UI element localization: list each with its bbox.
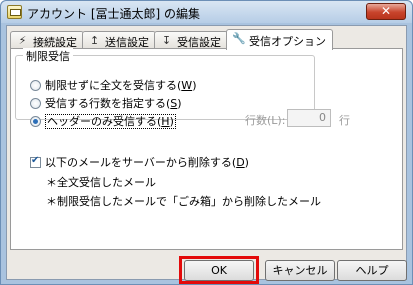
mail-account-icon (7, 5, 22, 19)
window-title: アカウント [冨士通太郎] の編集 (27, 7, 200, 21)
cancel-button[interactable]: キャンセル (265, 260, 335, 281)
radio-button[interactable] (30, 80, 41, 91)
checkbox[interactable] (30, 155, 41, 168)
delete-from-server-checkbox[interactable]: 以下のメールをサーバーから削除する(D) (30, 154, 249, 170)
group-title: 制限受信 (23, 48, 73, 64)
dialog-window: アカウント [冨士通太郎] の編集 ✕ ⚡ 接続設定 ↥ 送信設定 ↧ 受信設定… (0, 0, 413, 285)
tab-connection-settings[interactable]: ⚡ 接続設定 (10, 31, 84, 49)
row-count-label: 行数(L): (245, 114, 286, 127)
radio-button-selected[interactable] (30, 116, 41, 127)
radio-button[interactable] (30, 98, 41, 109)
row-count-unit: 行 (339, 114, 350, 127)
radio-receive-all[interactable]: 制限せずに全文を受信する(W) (30, 77, 196, 93)
close-button[interactable]: ✕ (366, 3, 406, 20)
tab-label: 受信オプション (249, 35, 326, 48)
tab-receive-options[interactable]: 🔧 受信オプション (226, 29, 333, 50)
send-icon: ↥ (89, 34, 100, 47)
bullet-limited-trash-deleted: ＊制限受信したメールで「ごみ箱」から削除したメール (46, 195, 321, 208)
row-count-input[interactable]: 0 (287, 109, 331, 127)
antenna-icon: ⚡ (18, 34, 27, 47)
focused-label: ヘッダーのみ受信する(H) (45, 114, 176, 129)
help-button[interactable]: ヘルプ (337, 260, 407, 281)
radio-specify-rows[interactable]: 受信する行数を指定する(S) (30, 95, 182, 111)
bullet-full-received: ＊全文受信したメール (46, 176, 156, 189)
receive-icon: ↧ (161, 34, 172, 47)
tab-receive-settings[interactable]: ↧ 受信設定 (154, 31, 228, 49)
radio-header-only[interactable]: ヘッダーのみ受信する(H) (30, 113, 176, 129)
wrench-icon: 🔧 (232, 32, 246, 45)
tab-send-settings[interactable]: ↥ 送信設定 (82, 31, 156, 49)
ok-button-highlight (179, 256, 259, 284)
close-icon: ✕ (380, 4, 392, 18)
title-bar[interactable]: アカウント [冨士通太郎] の編集 ✕ (1, 1, 412, 23)
